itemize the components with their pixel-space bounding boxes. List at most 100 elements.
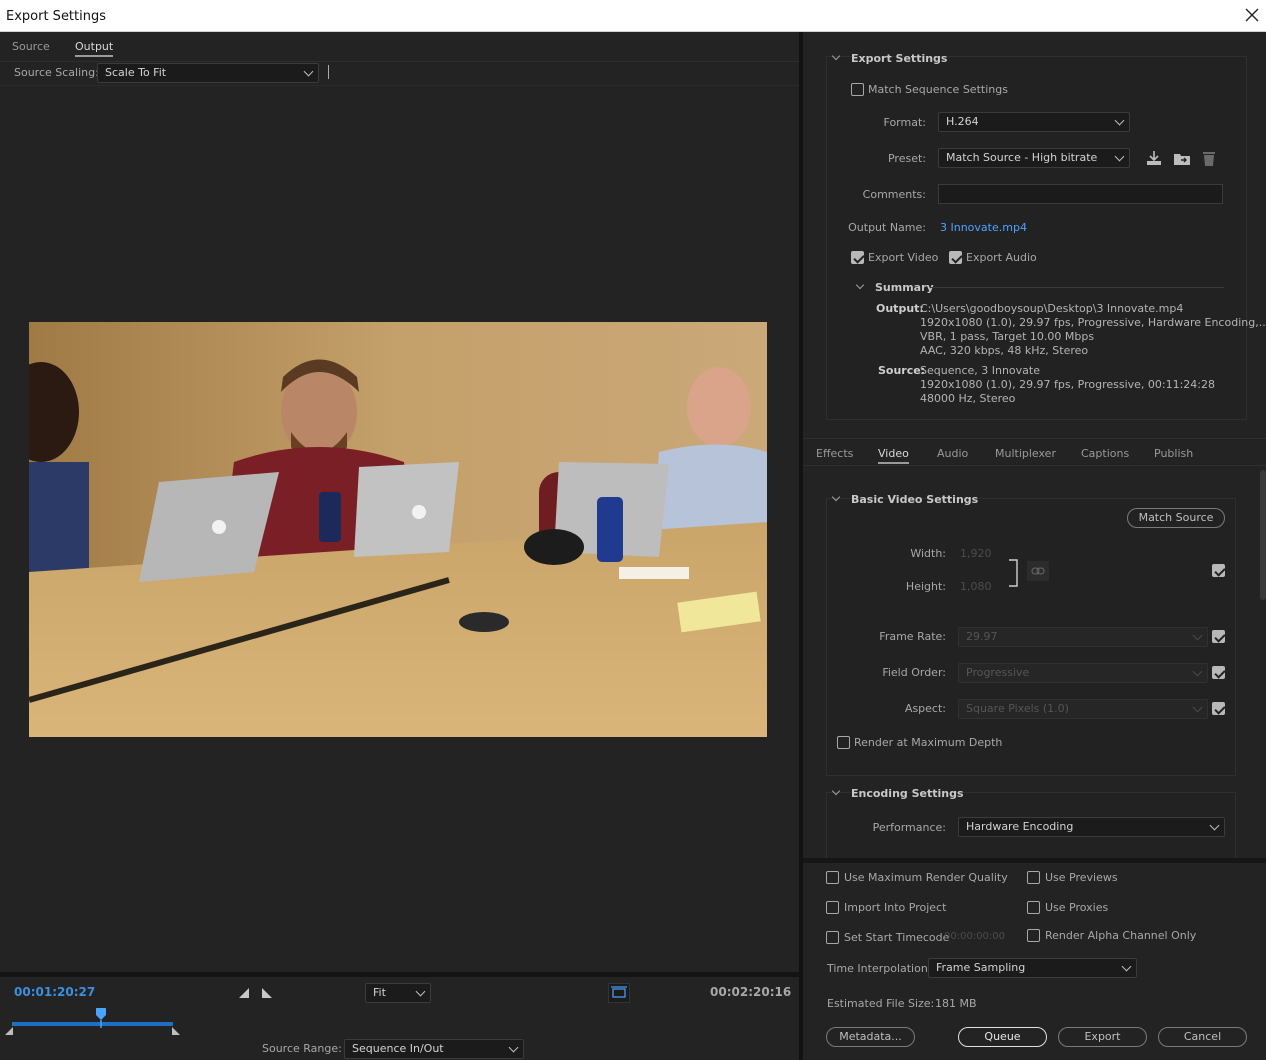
width-value[interactable]: 1,920 bbox=[960, 547, 992, 560]
frame-rate-value: 29.97 bbox=[966, 630, 998, 643]
tab-effects[interactable]: Effects bbox=[816, 447, 853, 460]
render-max-depth-label: Render at Maximum Depth bbox=[854, 736, 1003, 749]
frame-rate-override-checkbox[interactable] bbox=[1212, 630, 1225, 643]
tab-captions[interactable]: Captions bbox=[1081, 447, 1129, 460]
field-order-override-checkbox[interactable] bbox=[1212, 666, 1225, 679]
constrain-bracket-icon bbox=[1008, 558, 1020, 591]
delete-preset-icon[interactable] bbox=[1201, 149, 1217, 170]
timeline-separator bbox=[0, 972, 799, 977]
performance-dropdown[interactable]: Hardware Encoding bbox=[958, 817, 1225, 837]
use-previews-checkbox[interactable] bbox=[1027, 871, 1040, 884]
field-order-value: Progressive bbox=[966, 666, 1030, 679]
source-range-value: Sequence In/Out bbox=[352, 1042, 444, 1055]
export-video-label: Export Video bbox=[868, 251, 939, 264]
summary-output-line: VBR, 1 pass, Target 10.00 Mbps bbox=[920, 330, 1095, 343]
tab-source[interactable]: Source bbox=[12, 40, 50, 53]
export-button[interactable]: Export bbox=[1058, 1027, 1147, 1047]
toolbar-divider bbox=[0, 85, 799, 86]
title-bar: Export Settings bbox=[0, 0, 1266, 32]
summary-output-line: C:\Users\goodboysoup\Desktop\3 Innovate.… bbox=[920, 302, 1184, 315]
current-timecode[interactable]: 00:01:20:27 bbox=[14, 985, 95, 999]
tabs-bottom-divider bbox=[803, 465, 1266, 466]
summary-source-line: 48000 Hz, Stereo bbox=[920, 392, 1016, 405]
source-range-bar[interactable] bbox=[12, 1022, 173, 1026]
bottom-divider[interactable] bbox=[803, 858, 1266, 863]
dimensions-override-checkbox[interactable] bbox=[1212, 564, 1225, 577]
chevron-down-icon bbox=[303, 66, 314, 77]
close-icon[interactable] bbox=[1242, 5, 1262, 25]
summary-source-key: Source: bbox=[878, 364, 926, 377]
import-into-project-label: Import Into Project bbox=[844, 901, 947, 914]
video-preview bbox=[29, 322, 767, 737]
import-preset-icon[interactable] bbox=[1173, 149, 1191, 170]
cancel-button[interactable]: Cancel bbox=[1158, 1027, 1247, 1047]
export-audio-checkbox[interactable] bbox=[949, 251, 962, 264]
basic-video-title: Basic Video Settings bbox=[851, 493, 979, 506]
aspect-dropdown[interactable]: Square Pixels (1.0) bbox=[958, 699, 1208, 719]
source-range-label: Source Range: bbox=[262, 1042, 342, 1055]
summary-title: Summary bbox=[875, 281, 934, 294]
render-alpha-only-label: Render Alpha Channel Only bbox=[1045, 929, 1197, 942]
render-max-depth-checkbox[interactable] bbox=[837, 736, 850, 749]
output-name-label: Output Name: bbox=[848, 221, 926, 234]
tab-output[interactable]: Output bbox=[75, 40, 114, 57]
preset-dropdown[interactable]: Match Source - High bitrate bbox=[938, 148, 1130, 168]
tab-publish[interactable]: Publish bbox=[1154, 447, 1193, 460]
toolbar-separator bbox=[328, 65, 329, 79]
tab-audio[interactable]: Audio bbox=[937, 447, 968, 460]
format-dropdown[interactable]: H.264 bbox=[938, 112, 1130, 132]
in-point-handle-icon[interactable] bbox=[4, 1026, 14, 1039]
settings-scrollbar[interactable] bbox=[1260, 470, 1266, 600]
set-start-timecode-checkbox[interactable] bbox=[826, 931, 839, 944]
chevron-down-icon bbox=[415, 986, 426, 997]
save-preset-icon[interactable] bbox=[1145, 149, 1163, 170]
mark-out-icon[interactable] bbox=[261, 987, 273, 1002]
render-alpha-only-checkbox[interactable] bbox=[1027, 929, 1040, 942]
aspect-override-checkbox[interactable] bbox=[1212, 702, 1225, 715]
mark-in-icon[interactable] bbox=[238, 987, 250, 1002]
export-video-checkbox[interactable] bbox=[851, 251, 864, 264]
playhead-icon[interactable] bbox=[95, 1007, 107, 1032]
match-sequence-checkbox[interactable] bbox=[851, 83, 864, 96]
tab-video[interactable]: Video bbox=[878, 447, 909, 464]
time-interpolation-dropdown[interactable]: Frame Sampling bbox=[928, 958, 1137, 978]
zoom-value: Fit bbox=[373, 986, 386, 999]
comments-input[interactable] bbox=[938, 184, 1223, 204]
summary-rule bbox=[930, 287, 1224, 288]
zoom-dropdown[interactable]: Fit bbox=[365, 983, 431, 1003]
output-name-link[interactable]: 3 Innovate.mp4 bbox=[940, 221, 1027, 234]
use-proxies-checkbox[interactable] bbox=[1027, 901, 1040, 914]
aspect-toggle-icon[interactable] bbox=[608, 983, 630, 1003]
summary-source-line: Sequence, 3 Innovate bbox=[920, 364, 1040, 377]
queue-button[interactable]: Queue bbox=[958, 1027, 1047, 1047]
start-timecode-value[interactable]: 00:00:00:00 bbox=[944, 931, 1005, 942]
height-label: Height: bbox=[905, 580, 946, 593]
link-dimensions-icon[interactable] bbox=[1027, 561, 1049, 581]
performance-label: Performance: bbox=[872, 821, 946, 834]
chevron-down-icon bbox=[1121, 961, 1132, 972]
preset-value: Match Source - High bitrate bbox=[946, 151, 1098, 164]
out-point-handle-icon[interactable] bbox=[171, 1026, 181, 1039]
import-into-project-checkbox[interactable] bbox=[826, 901, 839, 914]
source-scaling-dropdown[interactable]: Scale To Fit bbox=[97, 63, 319, 83]
field-order-dropdown[interactable]: Progressive bbox=[958, 663, 1208, 683]
match-sequence-label: Match Sequence Settings bbox=[868, 83, 1008, 96]
chevron-down-icon bbox=[1192, 702, 1203, 713]
use-max-render-quality-checkbox[interactable] bbox=[826, 871, 839, 884]
match-source-button[interactable]: Match Source bbox=[1127, 508, 1225, 528]
frame-rate-dropdown[interactable]: 29.97 bbox=[958, 627, 1208, 647]
tab-multiplexer[interactable]: Multiplexer bbox=[995, 447, 1056, 460]
source-range-dropdown[interactable]: Sequence In/Out bbox=[344, 1039, 524, 1059]
estimated-size-label: Estimated File Size: bbox=[827, 997, 935, 1010]
estimated-size-value: 181 MB bbox=[935, 997, 977, 1010]
summary-output-line: 1920x1080 (1.0), 29.97 fps, Progressive,… bbox=[920, 316, 1266, 329]
tab-divider bbox=[0, 61, 799, 62]
chevron-down-icon bbox=[1114, 151, 1125, 162]
metadata-button[interactable]: Metadata... bbox=[826, 1027, 915, 1047]
use-previews-label: Use Previews bbox=[1045, 871, 1118, 884]
height-value[interactable]: 1,080 bbox=[960, 580, 992, 593]
summary-output-key: Output: bbox=[876, 302, 924, 315]
comments-label: Comments: bbox=[862, 188, 926, 201]
performance-value: Hardware Encoding bbox=[966, 820, 1074, 833]
field-order-label: Field Order: bbox=[882, 666, 946, 679]
